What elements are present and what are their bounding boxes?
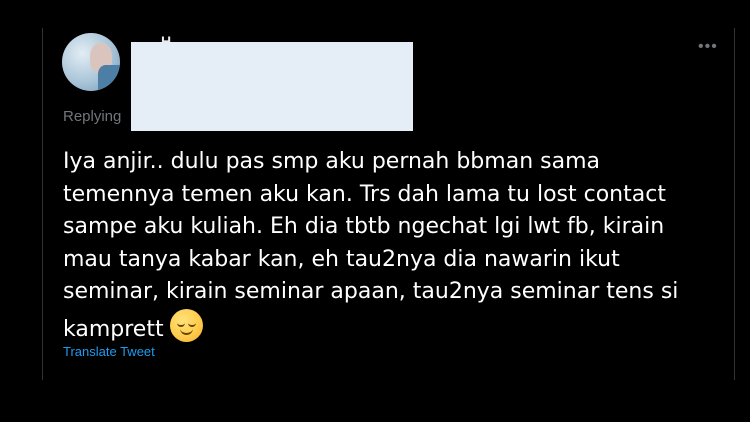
tweet-text: Iya anjir.. dulu pas smp aku pernah bbma… <box>63 146 723 346</box>
tweet-text-content: Iya anjir.. dulu pas smp aku pernah bbma… <box>63 149 679 342</box>
redaction-box <box>131 42 413 131</box>
replying-to-label: Replying <box>63 108 122 125</box>
more-options-icon[interactable]: ••• <box>698 38 718 56</box>
author-name[interactable]: H <box>161 30 171 42</box>
tweet-card[interactable]: H ••• Replying Iya anjir.. dulu pas smp … <box>42 28 735 380</box>
avatar-cloth-shape <box>98 65 120 91</box>
relieved-face-icon <box>169 308 203 342</box>
avatar[interactable] <box>62 33 120 91</box>
translate-tweet-link[interactable]: Translate Tweet <box>63 344 155 359</box>
